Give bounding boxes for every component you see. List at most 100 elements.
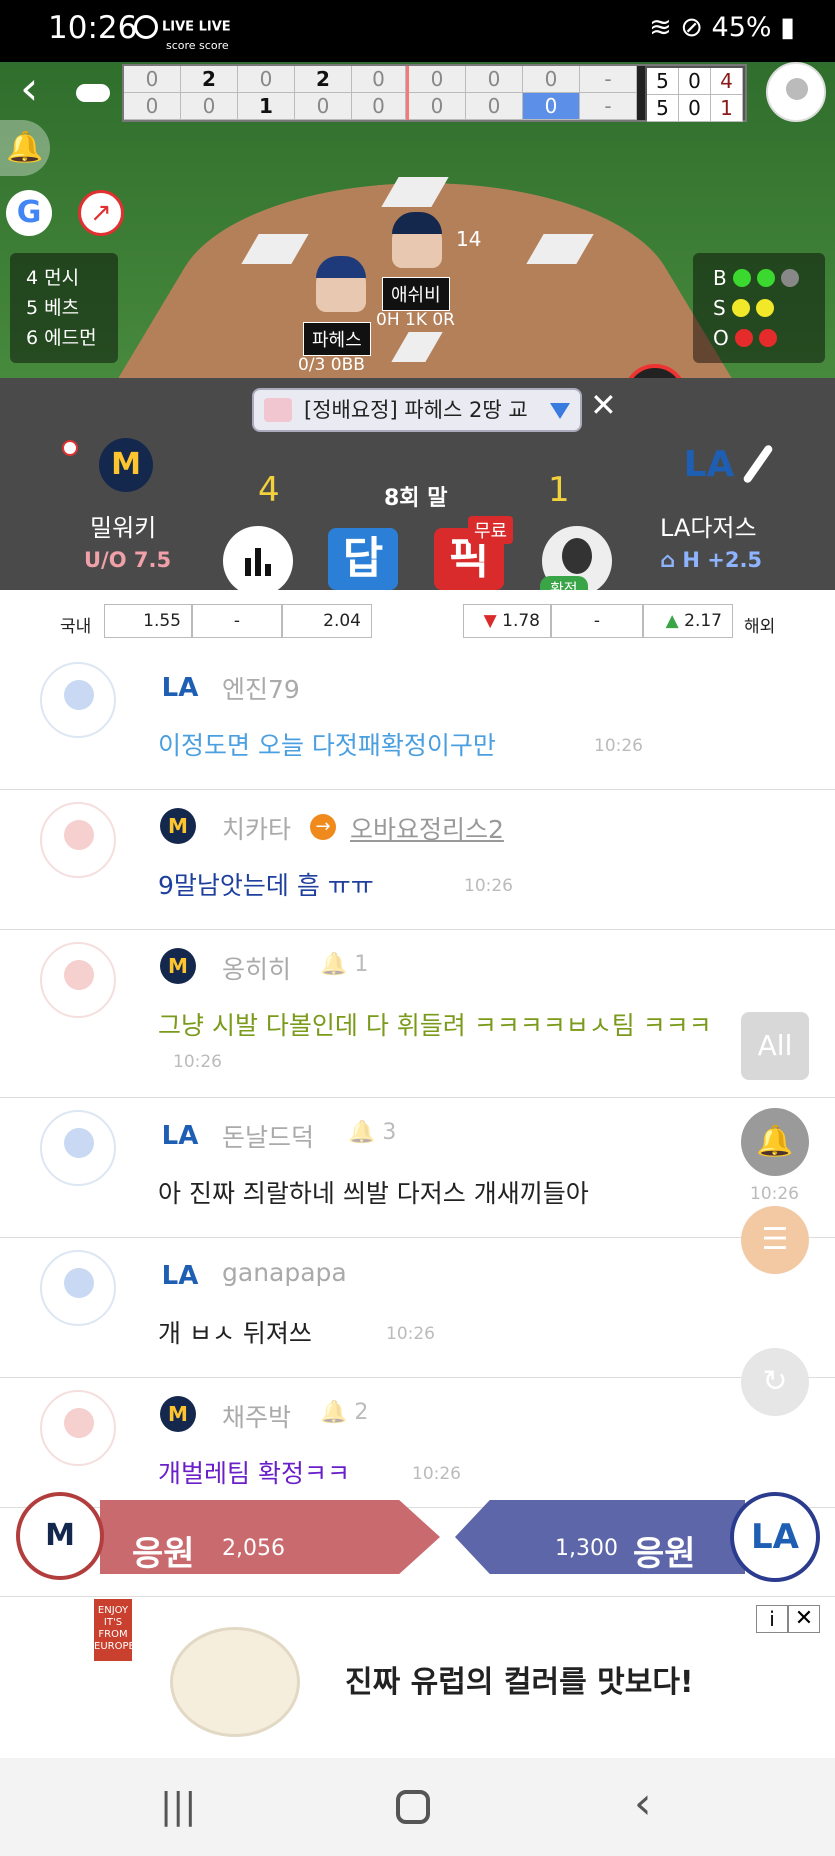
recent-apps-icon[interactable]: ||| [160, 1786, 196, 1827]
inning-column: 01 [238, 66, 295, 120]
domestic-label: 국내 [60, 617, 92, 637]
inning-column: 20 [295, 66, 352, 120]
home-inning-score: 1 [238, 93, 295, 120]
pitcher-name: 애쉬비 [382, 277, 450, 311]
message-text: 이정도면 오늘 다젓패확정이구만 [158, 731, 496, 760]
nickname[interactable]: 치카타 [222, 810, 291, 846]
battery-icon: ▮ [780, 12, 795, 43]
count-label: B [713, 266, 727, 290]
home-icon: ⌂ [660, 548, 683, 572]
dodgers-logo: LA [161, 1261, 199, 1291]
nickname[interactable]: ganapapa [222, 1258, 347, 1287]
dodgers-logo: LA [161, 1121, 199, 1151]
odds-cell[interactable]: ▲ 2.17 [643, 604, 733, 638]
total-column: 00 [679, 68, 711, 122]
dropdown-triangle-icon[interactable] [550, 403, 570, 419]
inning-column: -- [580, 66, 637, 120]
dodgers-logo[interactable]: LA [730, 1492, 820, 1582]
info-icon[interactable]: i [756, 1605, 788, 1633]
batter-stat: 0/3 0BB [298, 355, 365, 375]
inning-column: 00 [409, 66, 466, 120]
nickname[interactable]: 채주박 [222, 1398, 291, 1434]
profile-avatar-button[interactable] [766, 62, 826, 122]
game-panel: [정배요정] 파헤스 2땅 교 ✕ M 밀워키 U/O 7.5 4 8회 말 1… [0, 378, 835, 601]
cheer-away-word: 응원 [132, 1534, 195, 1574]
balls-dot [756, 269, 775, 287]
chat-message[interactable]: LA ganapapa 개 ㅂㅅ 뒤져쓰 10:26 [0, 1238, 835, 1378]
google-icon[interactable]: G [6, 190, 52, 236]
chat-message[interactable]: M 채주박 🔔 2 개벌레팀 확정ㅋㅋ 10:26 [0, 1378, 835, 1508]
reply-arrow-icon: → [310, 814, 336, 840]
home-icon[interactable] [396, 1790, 430, 1824]
down-arrow-icon: ▼ [483, 611, 503, 631]
away-inning-score: 0 [124, 66, 181, 93]
ad-banner[interactable]: ENJOY IT'S FROM EUROPE 진짜 유럽의 컬러를 맛보다! i… [0, 1596, 835, 1758]
home-team-name: LA다저스 [660, 514, 757, 542]
home-inning-score: 0 [352, 93, 406, 120]
all-button[interactable]: All [741, 1012, 809, 1080]
back-button[interactable]: ‹ [20, 65, 60, 115]
ticker-thumbnail [264, 398, 292, 422]
strikes-dot [755, 299, 774, 317]
avatar[interactable] [40, 1110, 116, 1186]
away-total: 5 [647, 68, 679, 95]
do-not-disturb-icon: ⊘ [680, 12, 703, 43]
total-column: 55 [647, 68, 679, 122]
system-nav-bar: ||| ‹ [0, 1758, 835, 1856]
cheer-away-button[interactable]: 응원 2,056 [100, 1500, 440, 1574]
nickname[interactable]: 엔진79 [222, 670, 300, 706]
home-inning-score: 0 [295, 93, 352, 120]
chat-message[interactable]: M 치카타 → 오바요정리스2 9말남앗는데 흠 ㅠㅠ 10:26 [0, 790, 835, 930]
bell-icon[interactable]: 🔔 [741, 1108, 809, 1176]
chat-list: LA 엔진79 이정도면 오늘 다젓패확정이구만 10:26 M 치카타 → 오바요정리스2 9… [0, 650, 835, 1508]
back-icon[interactable]: ‹ [634, 1778, 652, 1829]
nickname[interactable]: 돈날드덕 [222, 1118, 314, 1154]
odds-cell[interactable]: - [551, 604, 643, 638]
answer-button[interactable]: 답 [328, 528, 398, 590]
home-total: 1 [711, 95, 743, 122]
message-text: 아 진짜 즤랄하네 씌발 다저스 개새끼들아 [158, 1179, 589, 1208]
lineup-item: 4 먼시 [26, 267, 80, 289]
avatar[interactable] [40, 662, 116, 738]
trend-icon[interactable]: ↗ [78, 190, 124, 236]
totals: 550041 [645, 66, 745, 122]
brewers-logo[interactable]: M [16, 1492, 104, 1580]
stats-button[interactable] [223, 526, 293, 596]
chat-message[interactable]: LA 엔진79 이정도면 오늘 다젓패확정이구만 10:26 [0, 650, 835, 790]
away-inning-score: 2 [295, 66, 352, 93]
ad-badge: ENJOY IT'S FROM EUROPE [94, 1599, 135, 1661]
home-inning-score: 0 [523, 93, 580, 120]
news-ticker[interactable]: [정배요정] 파헤스 2땅 교 [252, 388, 582, 432]
bell-count-value: 2 [354, 1400, 369, 1425]
balls-dot [732, 269, 751, 287]
refresh-icon[interactable]: ↻ [741, 1348, 809, 1416]
odds-cell[interactable]: 1.55 [104, 604, 192, 638]
chat-message[interactable]: M 옹히히 🔔 1 그냥 시발 다볼인데 다 휘들려 ㅋㅋㅋㅋㅂㅅ팀 ㅋㅋㅋ 10:26 [0, 930, 835, 1098]
cheer-home-button[interactable]: 1,300 응원 [455, 1500, 745, 1574]
away-total: 0 [679, 68, 711, 95]
home-score: 1 [548, 470, 570, 510]
inning-column: 20 [181, 66, 238, 120]
reply-target[interactable]: 오바요정리스2 [350, 810, 504, 846]
odds-cell[interactable]: - [192, 604, 282, 638]
close-icon[interactable]: ✕ [788, 1605, 820, 1633]
avatar[interactable] [40, 1250, 116, 1326]
close-icon[interactable]: ✕ [590, 386, 617, 424]
odds-cell[interactable]: ▼ 1.78 [463, 604, 551, 638]
avatar[interactable] [40, 1390, 116, 1466]
list-icon[interactable]: ☰ [741, 1206, 809, 1274]
odds-cell[interactable]: 2.04 [282, 604, 372, 638]
pitcher-figure [392, 212, 442, 268]
bell-icon: 🔔 [320, 1400, 355, 1425]
avatar[interactable] [40, 942, 116, 1018]
brewers-logo: M [160, 808, 196, 844]
brewers-logo: M [160, 1396, 196, 1432]
ticker-text: [정배요정] 파헤스 2땅 교 [304, 398, 528, 422]
odds-row: 국내 1.55 - 2.04 ▼ 1.78 - ▲ 2.17 해외 [0, 590, 835, 650]
nickname[interactable]: 옹히히 [222, 950, 291, 986]
chat-message[interactable]: LA 돈날드덕 🔔 3 아 진짜 즤랄하네 씌발 다저스 개새끼들아 10:26 [0, 1098, 835, 1238]
cheer-home-word: 응원 [633, 1534, 696, 1574]
avatar[interactable] [40, 802, 116, 878]
count-label: S [713, 296, 726, 320]
away-score: 4 [258, 470, 280, 510]
